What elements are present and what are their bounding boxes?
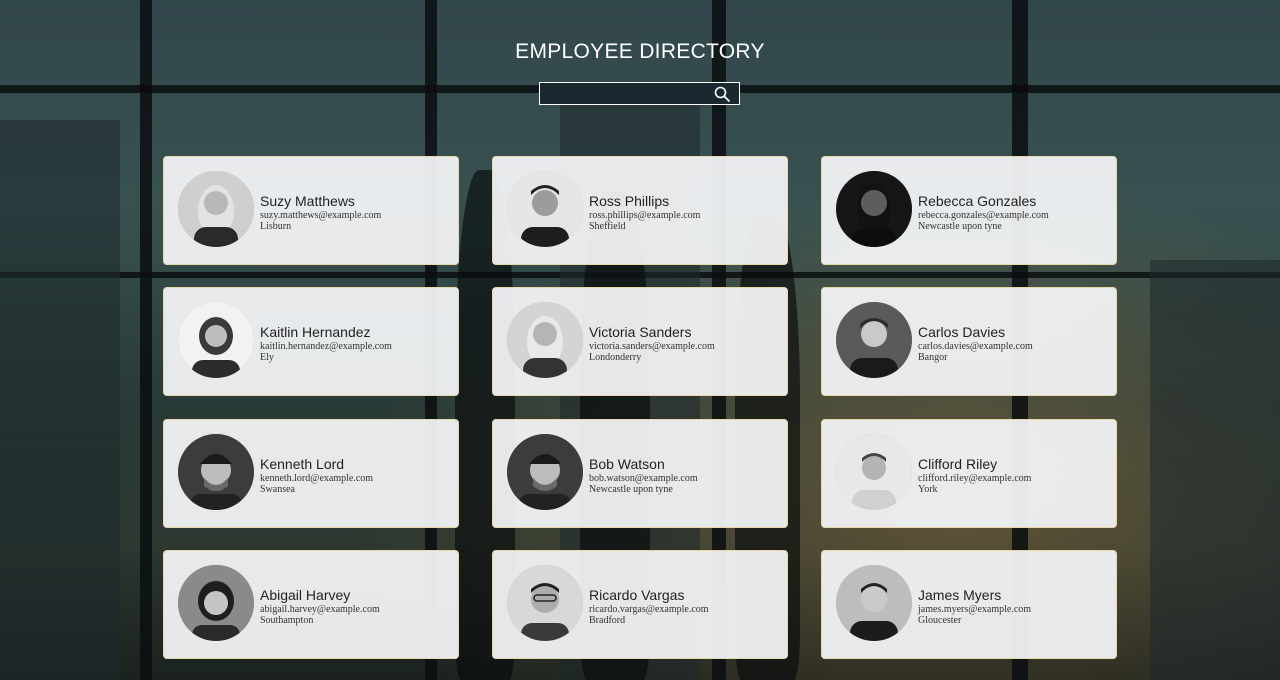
avatar xyxy=(178,302,254,378)
employee-email: ross.phillips@example.com xyxy=(589,210,701,221)
employee-name: Rebecca Gonzales xyxy=(918,193,1037,209)
employee-email: kenneth.lord@example.com xyxy=(260,473,374,484)
employee-city: Swansea xyxy=(260,484,295,495)
employee-card[interactable]: Suzy Matthews suzy.matthews@example.com … xyxy=(163,156,459,265)
employee-email: clifford.riley@example.com xyxy=(918,473,1032,484)
employee-name: Clifford Riley xyxy=(918,456,998,472)
employee-name: Bob Watson xyxy=(589,456,665,472)
employee-card[interactable]: Ricardo Vargas ricardo.vargas@example.co… xyxy=(492,550,788,659)
avatar xyxy=(836,171,912,247)
employee-city: Londonderry xyxy=(589,352,642,363)
search-input[interactable] xyxy=(542,84,714,104)
employee-city: Lisburn xyxy=(260,221,292,232)
employee-name: Ross Phillips xyxy=(589,193,670,209)
employee-name: Abigail Harvey xyxy=(260,587,351,603)
avatar xyxy=(836,302,912,378)
employee-name: Carlos Davies xyxy=(918,324,1006,340)
employee-name: James Myers xyxy=(918,587,1002,603)
skyline xyxy=(0,120,120,680)
employee-email: suzy.matthews@example.com xyxy=(260,210,382,221)
page-title: EMPLOYEE DIRECTORY xyxy=(515,40,765,63)
avatar xyxy=(507,302,583,378)
employee-city: Newcastle upon tyne xyxy=(589,484,673,495)
employee-name: Kaitlin Hernandez xyxy=(260,324,371,340)
employee-email: ricardo.vargas@example.com xyxy=(589,604,709,615)
employee-card[interactable]: Abigail Harvey abigail.harvey@example.co… xyxy=(163,550,459,659)
employee-email: bob.watson@example.com xyxy=(589,473,698,484)
employee-city: Gloucester xyxy=(918,615,962,626)
employee-card[interactable]: James Myers james.myers@example.com Glou… xyxy=(821,550,1117,659)
avatar xyxy=(178,171,254,247)
employee-email: victoria.sanders@example.com xyxy=(589,341,715,352)
employee-city: Ely xyxy=(260,352,274,363)
employee-name: Kenneth Lord xyxy=(260,456,345,472)
employee-card[interactable]: Carlos Davies carlos.davies@example.com … xyxy=(821,287,1117,396)
avatar xyxy=(836,565,912,641)
employee-name: Suzy Matthews xyxy=(260,193,355,209)
employee-city: Bangor xyxy=(918,352,948,363)
employee-city: Southampton xyxy=(260,615,314,626)
avatar xyxy=(178,565,254,641)
window-frame xyxy=(140,0,152,680)
employee-email: carlos.davies@example.com xyxy=(918,341,1033,352)
employee-city: Bradford xyxy=(589,615,626,626)
skyline xyxy=(1150,260,1280,680)
employee-card[interactable]: Clifford Riley clifford.riley@example.co… xyxy=(821,419,1117,528)
employee-card[interactable]: Victoria Sanders victoria.sanders@exampl… xyxy=(492,287,788,396)
employee-card[interactable]: Kenneth Lord kenneth.lord@example.com Sw… xyxy=(163,419,459,528)
employee-card[interactable]: Bob Watson bob.watson@example.com Newcas… xyxy=(492,419,788,528)
employee-city: York xyxy=(918,484,938,495)
employee-name: Ricardo Vargas xyxy=(589,587,685,603)
avatar xyxy=(507,565,583,641)
search-box xyxy=(539,82,740,105)
avatar xyxy=(507,434,583,510)
employee-email: rebecca.gonzales@example.com xyxy=(918,210,1049,221)
avatar xyxy=(836,434,912,510)
employee-name: Victoria Sanders xyxy=(589,324,692,340)
employee-city: Newcastle upon tyne xyxy=(918,221,1002,232)
avatar xyxy=(507,171,583,247)
avatar xyxy=(178,434,254,510)
employee-city: Sheffield xyxy=(589,221,626,232)
employee-card[interactable]: Rebecca Gonzales rebecca.gonzales@exampl… xyxy=(821,156,1117,265)
employee-card[interactable]: Kaitlin Hernandez kaitlin.hernandez@exam… xyxy=(163,287,459,396)
employee-email: abigail.harvey@example.com xyxy=(260,604,380,615)
employee-email: kaitlin.hernandez@example.com xyxy=(260,341,392,352)
search-icon[interactable] xyxy=(713,85,731,103)
employee-email: james.myers@example.com xyxy=(918,604,1032,615)
employee-card[interactable]: Ross Phillips ross.phillips@example.com … xyxy=(492,156,788,265)
